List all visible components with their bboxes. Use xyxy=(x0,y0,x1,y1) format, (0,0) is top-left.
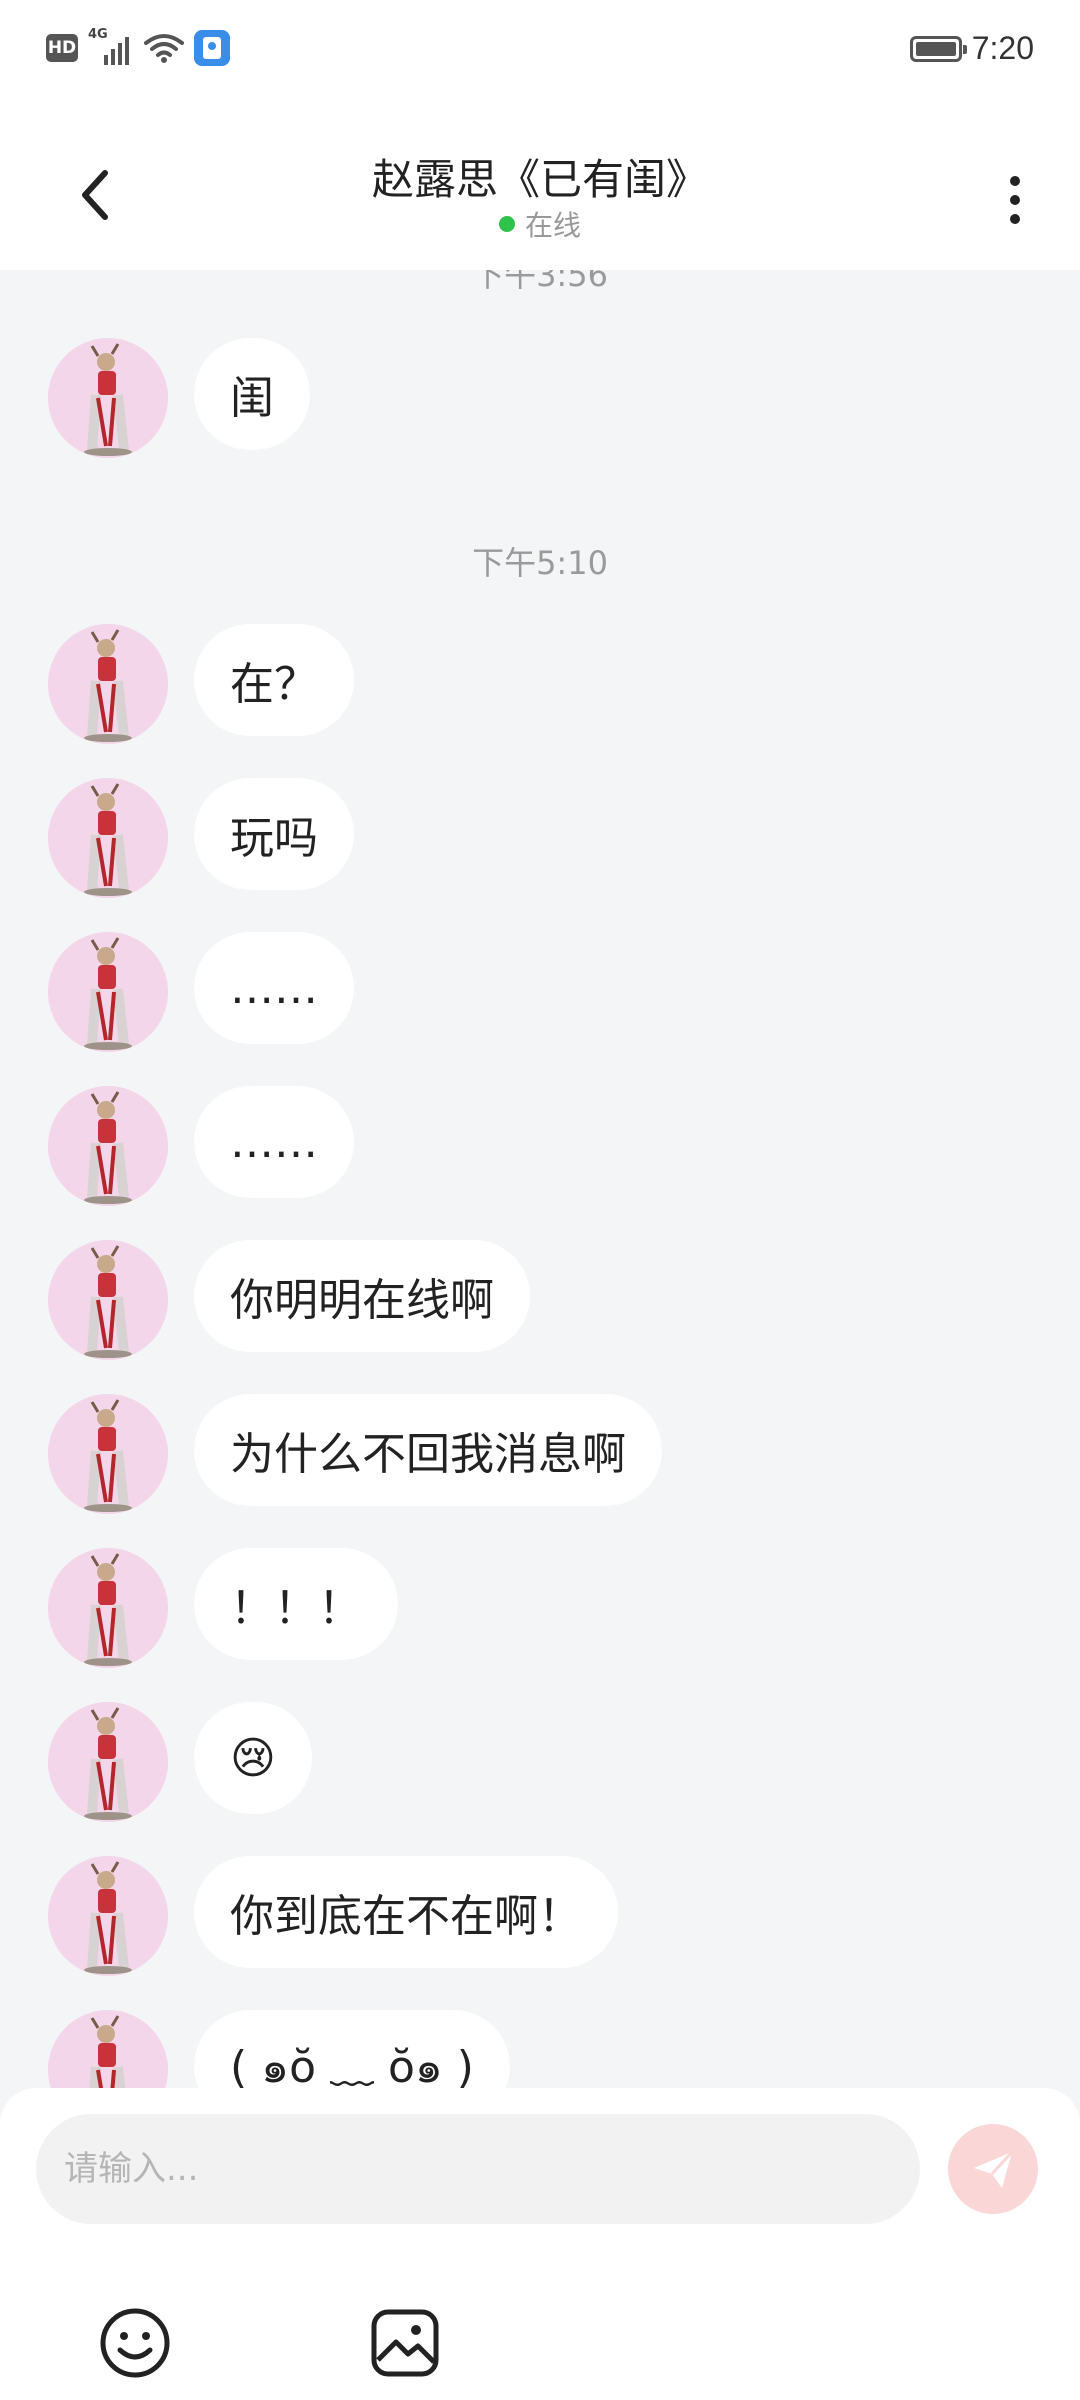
network-type-label: 4G xyxy=(88,27,108,42)
message-bubble[interactable]: …… xyxy=(194,1086,354,1198)
timestamp: 下午5:10 xyxy=(472,544,608,582)
message-composer xyxy=(0,2088,1080,2400)
message-bubble[interactable]: 😢 xyxy=(194,1702,312,1814)
paper-plane-icon xyxy=(974,2150,1014,2188)
avatar[interactable] xyxy=(48,1086,168,1206)
avatar[interactable] xyxy=(48,1240,168,1360)
avatar[interactable] xyxy=(48,1702,168,1822)
message-bubble[interactable]: 闺 xyxy=(194,338,310,450)
message-row: 玩吗 xyxy=(48,778,354,898)
message-bubble[interactable]: 你到底在不在啊！ xyxy=(194,1856,618,1968)
message-input[interactable] xyxy=(36,2114,920,2224)
message-row: 闺 xyxy=(48,338,310,458)
avatar[interactable] xyxy=(48,624,168,744)
message-bubble[interactable]: 在？ xyxy=(194,624,354,736)
avatar[interactable] xyxy=(48,1856,168,1976)
image-icon xyxy=(371,2309,439,2377)
message-row: 在？ xyxy=(48,624,354,744)
message-row: …… xyxy=(48,932,354,1052)
status-time: 7:20 xyxy=(971,30,1034,66)
emoji-button[interactable] xyxy=(98,2306,172,2380)
message-row: ( ๑ŏ ﹏ ŏ๑ ) xyxy=(48,2010,510,2090)
avatar[interactable] xyxy=(48,2010,168,2090)
message-bubble[interactable]: 为什么不回我消息啊 xyxy=(194,1394,662,1506)
more-options-button[interactable] xyxy=(990,160,1040,240)
message-bubble[interactable]: 你明明在线啊 xyxy=(194,1240,530,1352)
status-bar: HD 4G 7:20 xyxy=(0,0,1080,100)
message-row: …… xyxy=(48,1086,354,1206)
online-dot-icon xyxy=(498,216,515,232)
message-bubble[interactable]: 玩吗 xyxy=(194,778,354,890)
signal-icon: 4G xyxy=(88,27,134,65)
battery-icon xyxy=(909,35,967,62)
avatar[interactable] xyxy=(48,1548,168,1668)
online-status-label: 在线 xyxy=(524,209,581,242)
smiley-icon xyxy=(100,2308,170,2378)
online-status: 在线 xyxy=(0,204,1080,244)
message-bubble[interactable]: ！！！ xyxy=(194,1548,398,1660)
send-button[interactable] xyxy=(948,2124,1038,2214)
image-button[interactable] xyxy=(368,2306,442,2380)
message-row: ！！！ xyxy=(48,1548,398,1668)
message-row: 你明明在线啊 xyxy=(48,1240,530,1360)
wifi-icon xyxy=(144,34,184,63)
message-bubble[interactable]: ( ๑ŏ ﹏ ŏ๑ ) xyxy=(194,2010,510,2090)
contact-name: 赵露思《已有闺》 xyxy=(371,155,708,204)
avatar[interactable] xyxy=(48,338,168,458)
chat-message-list[interactable]: 下午3:56 闺 下午5:10 在？ 玩吗 …… …… 你明明在线啊 为什么不回… xyxy=(0,270,1080,2090)
message-bubble[interactable]: …… xyxy=(194,932,354,1044)
message-row: 为什么不回我消息啊 xyxy=(48,1394,662,1514)
chat-header: 赵露思《已有闺》 在线 xyxy=(0,100,1080,270)
message-row: 你到底在不在啊！ xyxy=(48,1856,618,1976)
vertical-dots-icon xyxy=(1010,176,1020,186)
avatar[interactable] xyxy=(48,932,168,1052)
avatar[interactable] xyxy=(48,778,168,898)
hd-icon: HD xyxy=(46,34,78,62)
avatar[interactable] xyxy=(48,1394,168,1514)
timestamp: 下午3:56 xyxy=(472,270,608,294)
message-row: 😢 xyxy=(48,1702,312,1822)
app-notification-icon xyxy=(194,30,230,66)
